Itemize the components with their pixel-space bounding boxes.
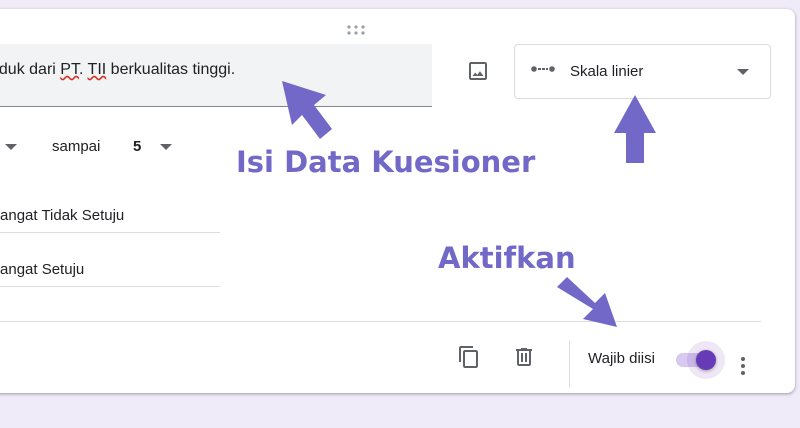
scale-to-label: sampai	[52, 138, 101, 155]
arrow-to-toggle-icon	[557, 277, 617, 327]
annotation-fill-data: Isi Data Kuesioner	[236, 145, 536, 179]
add-image-icon[interactable]	[466, 59, 490, 83]
footer-divider	[0, 321, 761, 322]
spellcheck-mark: TII	[87, 61, 107, 78]
arrow-to-type-icon	[614, 95, 656, 163]
chevron-down-icon	[737, 69, 749, 75]
delete-icon[interactable]	[512, 345, 536, 369]
question-type-label: Skala linier	[570, 63, 644, 80]
scale-max-label-field[interactable]: Sangat Setuju	[0, 256, 220, 287]
required-label: Wajib diisi	[588, 350, 655, 367]
footer-vertical-divider	[569, 341, 570, 387]
scale-min-dropdown-icon[interactable]	[5, 144, 17, 150]
question-title-text: oduk dari PT. TII berkualitas tinggi.	[0, 61, 236, 78]
scale-min-label: Sangat Tidak Setuju	[0, 207, 125, 224]
drag-handle-icon[interactable]	[347, 25, 365, 35]
scale-min-label-field[interactable]: Sangat Tidak Setuju	[0, 202, 220, 233]
spellcheck-mark: PT	[60, 61, 79, 78]
annotation-activate: Aktifkan	[438, 241, 576, 275]
duplicate-icon[interactable]	[457, 345, 481, 369]
arrow-to-question-icon	[282, 81, 332, 139]
question-title-field[interactable]: oduk dari PT. TII berkualitas tinggi.	[0, 44, 432, 107]
question-type-dropdown[interactable]: Skala linier	[514, 44, 771, 99]
linear-scale-icon	[531, 66, 555, 72]
scale-max-dropdown-icon[interactable]	[160, 144, 172, 150]
scale-max-label: Sangat Setuju	[0, 261, 85, 278]
toggle-knob	[696, 350, 716, 370]
question-card: oduk dari PT. TII berkualitas tinggi. Sk…	[0, 9, 795, 393]
more-options-icon[interactable]	[731, 354, 755, 378]
scale-max-value[interactable]: 5	[133, 138, 141, 155]
